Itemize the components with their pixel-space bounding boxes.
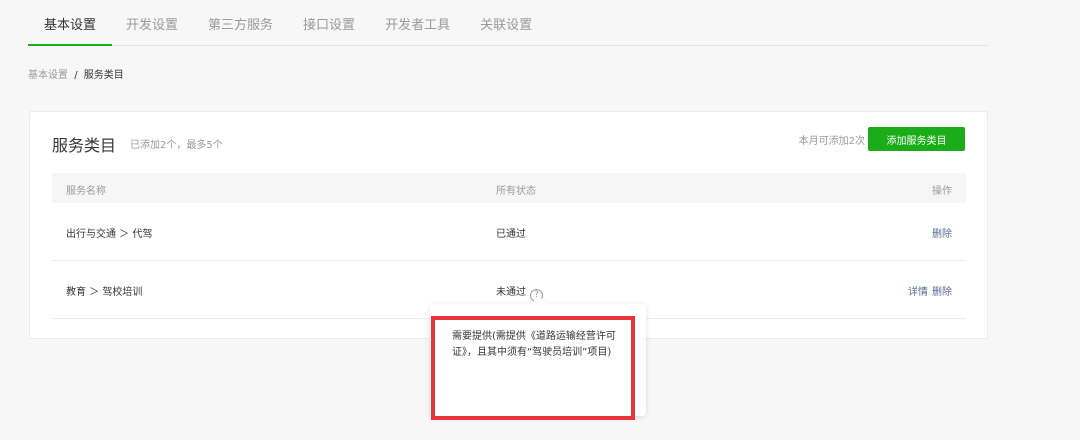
- tab-api-settings[interactable]: 接口设置: [303, 14, 355, 45]
- tab-dev-tools[interactable]: 开发者工具: [385, 14, 450, 45]
- breadcrumb-current: 服务类目: [83, 70, 124, 81]
- add-service-category-button[interactable]: 添加服务类目: [868, 127, 965, 151]
- header-actions: 操作: [932, 186, 952, 197]
- delete-link[interactable]: 删除: [932, 287, 952, 298]
- status-text: 未通过: [496, 287, 526, 298]
- tab-basic-settings[interactable]: 基本设置: [27, 14, 113, 46]
- tab-third-party-services[interactable]: 第三方服务: [208, 14, 273, 45]
- card-title: 服务类目: [52, 136, 117, 155]
- header-service-name: 服务名称: [66, 186, 106, 197]
- service-status: 已通过: [496, 229, 526, 240]
- top-tab-bar: 基本设置 开发设置 第三方服务 接口设置 开发者工具 关联设置: [27, 0, 988, 46]
- service-name: 出行与交通 ＞ 代驾: [66, 229, 153, 240]
- table-row: 出行与交通 ＞ 代驾 已通过 删除: [52, 203, 966, 261]
- tab-linked-settings[interactable]: 关联设置: [480, 14, 532, 45]
- breadcrumb-separator: /: [74, 70, 78, 81]
- card-subtitle: 已添加2个，最多5个: [130, 140, 223, 151]
- row-actions: 详情 删除: [908, 283, 952, 298]
- red-highlight-box: [431, 316, 635, 420]
- row-actions: 删除: [932, 225, 952, 240]
- header-status-filter[interactable]: 所有状态: [496, 182, 536, 197]
- monthly-quota-text: 本月可添加2次: [798, 136, 865, 147]
- table-header: 服务名称 所有状态 操作: [52, 173, 966, 203]
- delete-link[interactable]: 删除: [932, 229, 952, 240]
- service-name: 教育 ＞ 驾校培训: [66, 287, 143, 298]
- details-link[interactable]: 详情: [908, 287, 928, 298]
- breadcrumb: 基本设置 / 服务类目: [28, 66, 124, 81]
- breadcrumb-parent[interactable]: 基本设置: [28, 70, 68, 81]
- tab-dev-settings[interactable]: 开发设置: [126, 14, 178, 45]
